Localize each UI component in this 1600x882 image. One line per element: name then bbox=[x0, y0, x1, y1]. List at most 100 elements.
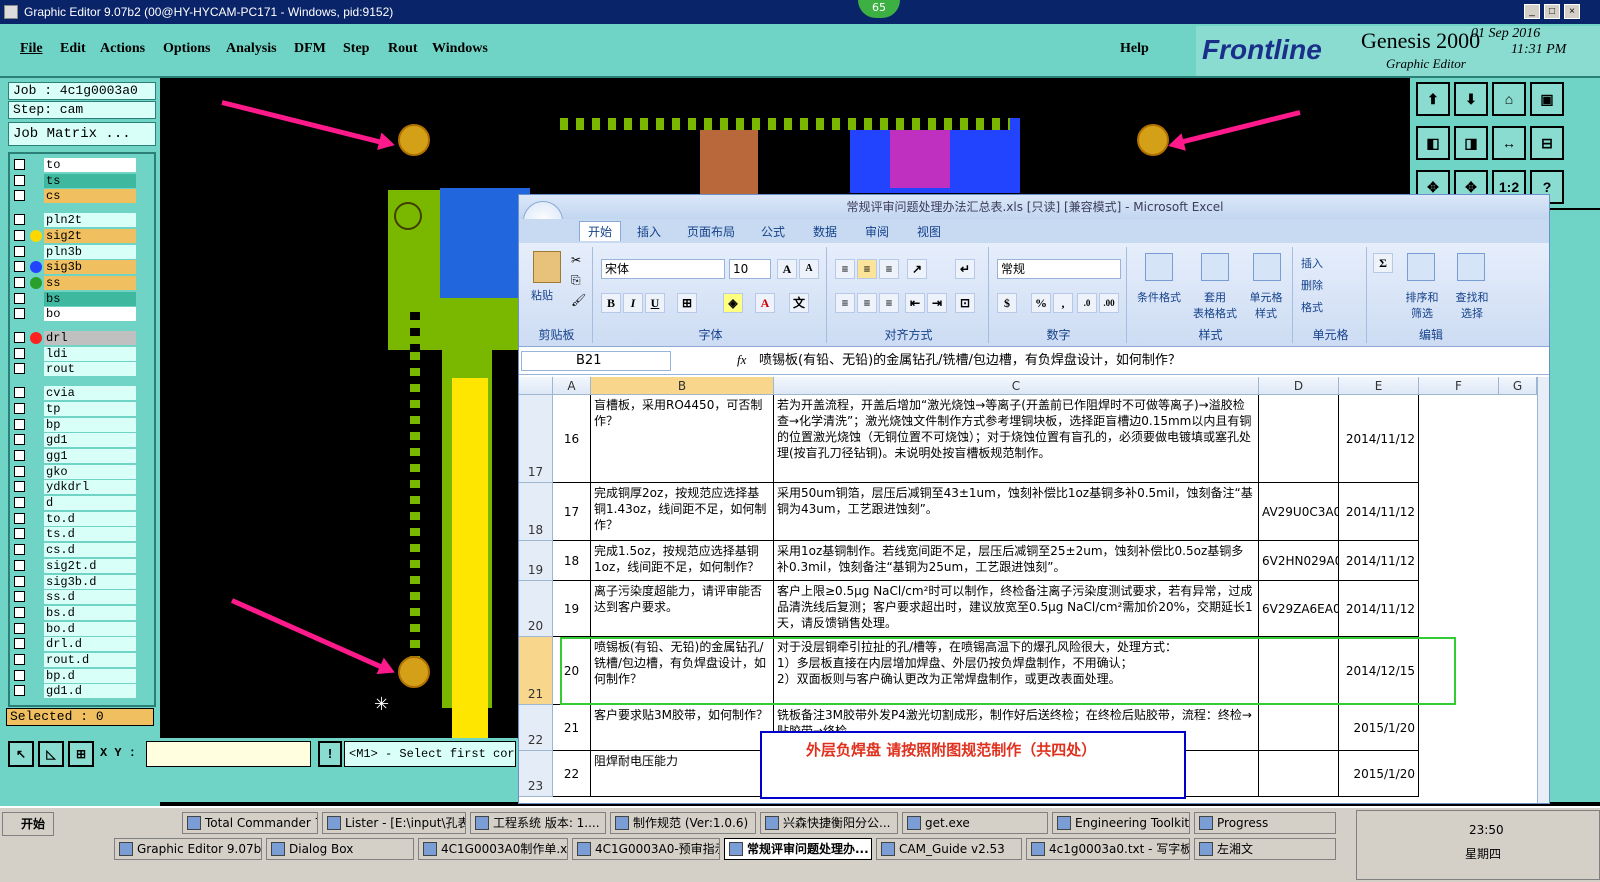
layer-row[interactable]: d bbox=[12, 496, 136, 510]
layer-row[interactable]: sig2t.d bbox=[12, 558, 136, 573]
percent-icon[interactable]: % bbox=[1031, 293, 1051, 313]
layer-row[interactable]: gg1 bbox=[12, 448, 136, 463]
layer-row[interactable]: bp.d bbox=[12, 668, 136, 683]
tool-button-icon[interactable]: ⬇ bbox=[1454, 82, 1488, 116]
layer-row[interactable]: cs.d bbox=[12, 543, 136, 558]
menu-options[interactable]: Options bbox=[163, 41, 210, 57]
column-header[interactable]: C bbox=[774, 377, 1259, 395]
layer-row[interactable]: tp bbox=[12, 401, 136, 416]
cell-e[interactable]: 2015/1/20 bbox=[1339, 705, 1419, 751]
menu-actions[interactable]: Actions bbox=[100, 41, 145, 57]
xy-input[interactable] bbox=[146, 741, 311, 767]
layer-checkbox[interactable] bbox=[14, 190, 25, 202]
layer-checkbox[interactable] bbox=[14, 159, 25, 170]
copy-icon[interactable]: ⎘ bbox=[571, 273, 581, 288]
row-header[interactable]: 17 bbox=[519, 395, 553, 483]
layer-checkbox[interactable] bbox=[14, 449, 25, 461]
format-painter-icon[interactable]: 🖌 bbox=[571, 293, 586, 307]
align-top-icon[interactable]: ≡ bbox=[835, 259, 855, 279]
layer-checkbox[interactable] bbox=[14, 622, 25, 634]
ribbon-tab[interactable]: 视图 bbox=[917, 223, 941, 240]
layer-row[interactable]: bo bbox=[12, 307, 136, 322]
menu-file[interactable]: File bbox=[20, 41, 43, 57]
fill-color-icon[interactable]: ◈ bbox=[723, 293, 743, 313]
name-box[interactable]: B21 bbox=[521, 351, 671, 371]
taskbar-button[interactable]: 制作规范 (Ver:1.0.6) bbox=[610, 812, 756, 834]
cell-d[interactable] bbox=[1259, 751, 1339, 797]
menu-windows[interactable]: Windows bbox=[432, 41, 488, 57]
layer-row[interactable]: bs.d bbox=[12, 605, 136, 620]
layer-checkbox[interactable] bbox=[14, 308, 25, 320]
layer-checkbox[interactable] bbox=[14, 434, 25, 446]
taskbar-button[interactable]: 左湘文 bbox=[1194, 838, 1336, 860]
shrink-font-icon[interactable]: A bbox=[799, 259, 819, 279]
column-header[interactable]: D bbox=[1259, 377, 1339, 395]
cell-d[interactable]: AV29U0C3A0 bbox=[1259, 483, 1339, 541]
grid-tool-icon[interactable]: ⊞ bbox=[68, 741, 94, 767]
align-center-icon[interactable]: ≡ bbox=[857, 293, 877, 313]
layer-checkbox[interactable] bbox=[14, 292, 25, 304]
cell-b[interactable]: 完成1.5oz，按规范应选择基铜1oz，线间距不足，如何制作？ bbox=[591, 541, 774, 581]
font-color-icon[interactable]: A bbox=[755, 293, 775, 313]
layer-checkbox[interactable] bbox=[14, 174, 25, 186]
cell-b[interactable]: 阻焊耐电压能力 bbox=[591, 751, 774, 797]
maximize-button[interactable]: □ bbox=[1544, 4, 1560, 19]
ribbon-tab[interactable]: 公式 bbox=[761, 223, 785, 240]
font-name-select[interactable]: 宋体 bbox=[601, 259, 725, 279]
italic-icon[interactable]: I bbox=[623, 293, 643, 313]
tool-button-icon[interactable]: ⬆ bbox=[1416, 82, 1450, 116]
layer-checkbox[interactable] bbox=[14, 214, 25, 226]
decrease-decimal-icon[interactable]: .00 bbox=[1099, 293, 1119, 313]
row-header[interactable]: 19 bbox=[519, 541, 553, 581]
select-tool-icon[interactable]: ↖ bbox=[8, 741, 34, 767]
layer-row[interactable]: gd1 bbox=[12, 433, 136, 448]
layer-checkbox[interactable] bbox=[14, 512, 25, 524]
cell-a[interactable]: 19 bbox=[553, 581, 591, 637]
taskbar-button[interactable]: Graphic Editor 9.07b2 (... bbox=[114, 838, 262, 860]
layer-row[interactable]: ldi bbox=[12, 346, 136, 361]
cell-a[interactable]: 18 bbox=[553, 541, 591, 581]
layer-row[interactable]: pln2t bbox=[12, 213, 136, 228]
layer-checkbox[interactable] bbox=[14, 332, 25, 343]
taskbar-button[interactable]: Progress bbox=[1194, 812, 1336, 834]
layer-checkbox[interactable] bbox=[14, 591, 25, 603]
layer-checkbox[interactable] bbox=[14, 654, 25, 665]
delete-button[interactable]: 删除 bbox=[1301, 277, 1323, 293]
layer-checkbox[interactable] bbox=[14, 276, 25, 288]
autosum-icon[interactable]: Σ bbox=[1373, 253, 1393, 273]
sort-filter-icon[interactable] bbox=[1407, 253, 1435, 281]
layer-row[interactable]: ss bbox=[12, 275, 136, 290]
layer-row[interactable]: gd1.d bbox=[12, 684, 136, 699]
cell-a[interactable]: 16 bbox=[553, 395, 591, 483]
increase-decimal-icon[interactable]: .0 bbox=[1077, 293, 1097, 313]
currency-icon[interactable]: $ bbox=[997, 293, 1017, 313]
find-select-icon[interactable] bbox=[1457, 253, 1485, 281]
cut-icon[interactable]: ✂ bbox=[571, 253, 581, 267]
conditional-format-button[interactable]: 条件格式 bbox=[1131, 289, 1187, 305]
cell-c[interactable]: 若为开盖流程，开盖后增加“激光烧蚀→等离子(开盖前已作阻焊时不可做等离子)→溢胶… bbox=[774, 395, 1259, 483]
layer-checkbox[interactable] bbox=[14, 544, 25, 556]
row-header[interactable]: 18 bbox=[519, 483, 553, 541]
format-button[interactable]: 格式 bbox=[1301, 299, 1323, 315]
merge-icon[interactable]: ⊡ bbox=[955, 293, 975, 313]
font-size-select[interactable]: 10 bbox=[729, 259, 771, 279]
taskbar-button[interactable]: Engineering Toolkit 9.... bbox=[1052, 812, 1190, 834]
tool-button-icon[interactable]: ◨ bbox=[1454, 126, 1488, 160]
layer-checkbox[interactable] bbox=[14, 387, 25, 399]
align-right-icon[interactable]: ≡ bbox=[879, 293, 899, 313]
cell-e[interactable]: 2015/1/20 bbox=[1339, 751, 1419, 797]
cell-d[interactable]: 6V2HN029A0 bbox=[1259, 541, 1339, 581]
border-icon[interactable]: ⊞ bbox=[677, 293, 697, 313]
cell-d[interactable] bbox=[1259, 705, 1339, 751]
layer-checkbox[interactable] bbox=[14, 481, 25, 493]
cell-d[interactable]: 6V29ZA6EA0 bbox=[1259, 581, 1339, 637]
cell-c[interactable]: 客户上限≥0.5μg NaCl/cm²时可以制作，终检备注离子污染度测试要求，若… bbox=[774, 581, 1259, 637]
increase-indent-icon[interactable]: ⇥ bbox=[927, 293, 947, 313]
layer-row[interactable]: ss.d bbox=[12, 590, 136, 605]
taskbar-button[interactable]: Dialog Box bbox=[266, 838, 414, 860]
tool-button-icon[interactable]: ▣ bbox=[1530, 82, 1564, 116]
layer-row[interactable]: drl.d bbox=[12, 637, 136, 652]
layer-row[interactable]: bp bbox=[12, 417, 136, 432]
cell-styles-button[interactable]: 单元格 样式 bbox=[1241, 289, 1291, 321]
cell-c[interactable]: 采用50um铜箔，层压后减铜至43±1um，蚀刻补偿比1oz基铜多补0.5mil… bbox=[774, 483, 1259, 541]
